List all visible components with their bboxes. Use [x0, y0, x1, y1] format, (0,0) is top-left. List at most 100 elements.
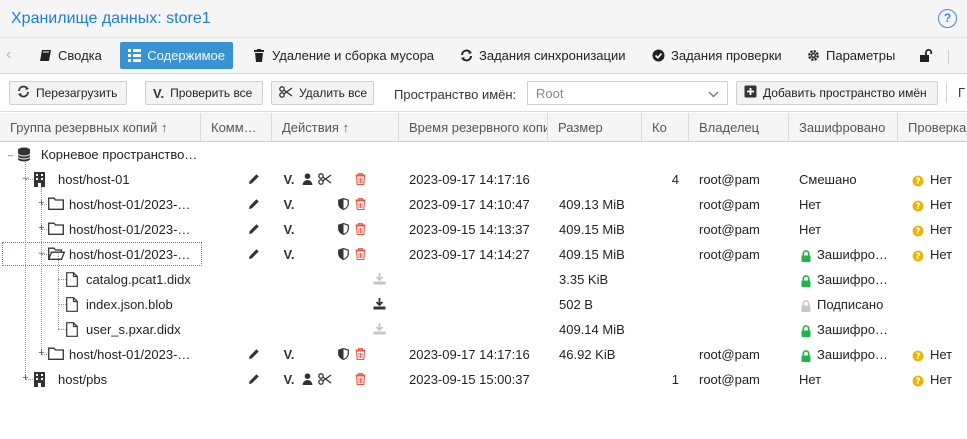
- verify-state: ? Нет: [912, 342, 952, 367]
- column-header-backup-time[interactable]: Время резервного копи: [399, 113, 548, 142]
- tree-expand-icon[interactable]: +: [37, 348, 46, 359]
- reload-label: Перезагрузить: [36, 86, 118, 100]
- content-tree-grid: – Корневое пространство… – host/host-01 …: [0, 142, 967, 439]
- verify-icon[interactable]: V.: [282, 197, 296, 212]
- encryption-status-label: Зашифро…: [817, 347, 888, 362]
- user-icon[interactable]: [300, 372, 314, 386]
- tab-sync-jobs[interactable]: Задания синхронизации: [451, 42, 634, 69]
- table-row-root-namespace[interactable]: – Корневое пространство…: [0, 142, 967, 167]
- tree-node-label: host/host-01: [58, 172, 130, 187]
- column-header-size[interactable]: Размер: [548, 113, 642, 142]
- backup-time: 2023-09-15 15:00:37: [409, 372, 530, 387]
- verify-icon[interactable]: V.: [282, 372, 296, 387]
- table-row-snapshot-selected[interactable]: – host/host-01/2023-… V. 2023-09-17 14:1…: [0, 242, 967, 267]
- trash-icon[interactable]: [353, 172, 367, 186]
- verify-icon[interactable]: V.: [282, 172, 296, 187]
- edit-pencil-icon[interactable]: [247, 247, 261, 261]
- add-namespace-button[interactable]: Добавить пространство имён: [736, 81, 938, 105]
- encryption-status: Зашифро…: [801, 242, 888, 267]
- tree-expand-icon[interactable]: +: [21, 373, 30, 384]
- download-icon[interactable]: [372, 272, 386, 286]
- column-header-owner[interactable]: Владелец: [689, 113, 789, 142]
- table-row-file[interactable]: user_s.pxar.didx 409.14 MiB Зашифро…: [0, 317, 967, 342]
- trash-icon[interactable]: [353, 197, 367, 211]
- tree-node-label: index.json.blob: [86, 297, 173, 312]
- table-row-file[interactable]: index.json.blob 502 B Подписано: [0, 292, 967, 317]
- edit-pencil-icon[interactable]: [247, 197, 261, 211]
- tab-divider: [948, 50, 949, 64]
- verify-state: ? Нет: [912, 167, 952, 192]
- tree-collapse-icon[interactable]: –: [8, 151, 13, 160]
- reload-button[interactable]: Перезагрузить: [9, 81, 127, 105]
- verify-state-label: Нет: [930, 347, 953, 362]
- column-header-encrypted[interactable]: Зашифровано: [789, 113, 898, 142]
- trash-icon[interactable]: [353, 247, 367, 261]
- scissors-icon[interactable]: [318, 372, 332, 386]
- column-header-verify[interactable]: Проверка: [898, 113, 967, 142]
- tree-expand-icon[interactable]: +: [37, 198, 46, 209]
- encryption-status-label: Зашифро…: [817, 272, 888, 287]
- building-icon: [33, 172, 49, 187]
- column-header-comment[interactable]: Комм…: [201, 113, 272, 142]
- verify-all-button[interactable]: V. Проверить все: [145, 81, 263, 105]
- column-header-actions[interactable]: Действия ↑: [272, 113, 399, 142]
- column-header-group[interactable]: Группа резервных копий ↑: [0, 113, 201, 142]
- shield-icon[interactable]: [336, 247, 350, 261]
- table-row-file[interactable]: catalog.pcat1.didx 3.35 KiB Зашифро…: [0, 267, 967, 292]
- table-row-group[interactable]: – host/host-01 V. 2023-09-17 14:17:16 4 …: [0, 167, 967, 192]
- edit-pencil-icon[interactable]: [247, 347, 261, 361]
- tab-verify-jobs[interactable]: Задания проверки: [643, 42, 790, 69]
- tab-options[interactable]: Параметры: [798, 42, 903, 69]
- edit-pencil-icon[interactable]: [247, 222, 261, 236]
- refresh-icon: [17, 85, 30, 101]
- scissors-icon: [279, 85, 293, 101]
- encryption-status: Нет: [799, 197, 822, 212]
- edit-pencil-icon[interactable]: [247, 172, 261, 186]
- help-icon[interactable]: ?: [938, 9, 957, 28]
- table-row-group[interactable]: + host/pbs V. 2023-09-15 15:00:37 1 root…: [0, 367, 967, 392]
- question-circle-icon: ?: [912, 200, 924, 212]
- backup-size: 409.13 MiB: [559, 197, 625, 212]
- owner: root@pam: [699, 197, 760, 212]
- trash-icon[interactable]: [353, 222, 367, 236]
- namespace-select[interactable]: Root: [527, 81, 728, 105]
- unlock-icon: [920, 49, 934, 63]
- grid-icon: [128, 49, 142, 63]
- table-row-snapshot[interactable]: + host/host-01/2023-… V. 2023-09-17 14:1…: [0, 342, 967, 367]
- tab-content[interactable]: Содержимое: [120, 42, 233, 69]
- shield-icon[interactable]: [336, 222, 350, 236]
- user-icon[interactable]: [300, 172, 314, 186]
- tab-permissions[interactable]: [912, 42, 942, 69]
- gear-icon: [806, 49, 820, 63]
- verify-icon[interactable]: V.: [282, 222, 296, 237]
- chevron-left-icon[interactable]: ‹: [6, 46, 11, 64]
- prune-all-button[interactable]: Удалить все: [271, 81, 374, 105]
- download-icon[interactable]: [372, 322, 386, 336]
- file-icon: [66, 297, 82, 312]
- verify-state-label: Нет: [930, 247, 953, 262]
- toolbar-overflow-label: Г: [958, 85, 966, 100]
- svg-text:?: ?: [915, 202, 920, 212]
- tree-expand-icon[interactable]: +: [37, 223, 46, 234]
- tree-collapse-icon[interactable]: –: [37, 248, 46, 259]
- shield-icon[interactable]: [336, 347, 350, 361]
- verify-icon[interactable]: V.: [282, 247, 296, 262]
- table-row-snapshot[interactable]: + host/host-01/2023-… V. 2023-09-17 14:1…: [0, 192, 967, 217]
- trash-icon[interactable]: [353, 372, 367, 386]
- verify-icon[interactable]: V.: [282, 347, 296, 362]
- trash-icon[interactable]: [353, 347, 367, 361]
- download-icon[interactable]: [372, 297, 386, 311]
- shield-icon[interactable]: [336, 197, 350, 211]
- tab-summary[interactable]: Сводка: [30, 42, 110, 69]
- edit-pencil-icon[interactable]: [247, 372, 261, 386]
- content-toolbar: Перезагрузить V. Проверить все Удалить в…: [0, 75, 967, 112]
- tree-node-label: host/host-01/2023-…: [69, 222, 191, 237]
- tab-prune-gc[interactable]: Удаление и сборка мусора: [244, 42, 442, 69]
- column-header-count[interactable]: Ко: [642, 113, 689, 142]
- scissors-icon[interactable]: [318, 172, 332, 186]
- tree-node-label: user_s.pxar.didx: [86, 322, 181, 337]
- tree-collapse-icon[interactable]: –: [21, 173, 30, 184]
- table-row-snapshot[interactable]: + host/host-01/2023-… V. 2023-09-15 14:1…: [0, 217, 967, 242]
- lock-icon: [801, 324, 811, 337]
- tree-node-label: Корневое пространство…: [41, 147, 198, 162]
